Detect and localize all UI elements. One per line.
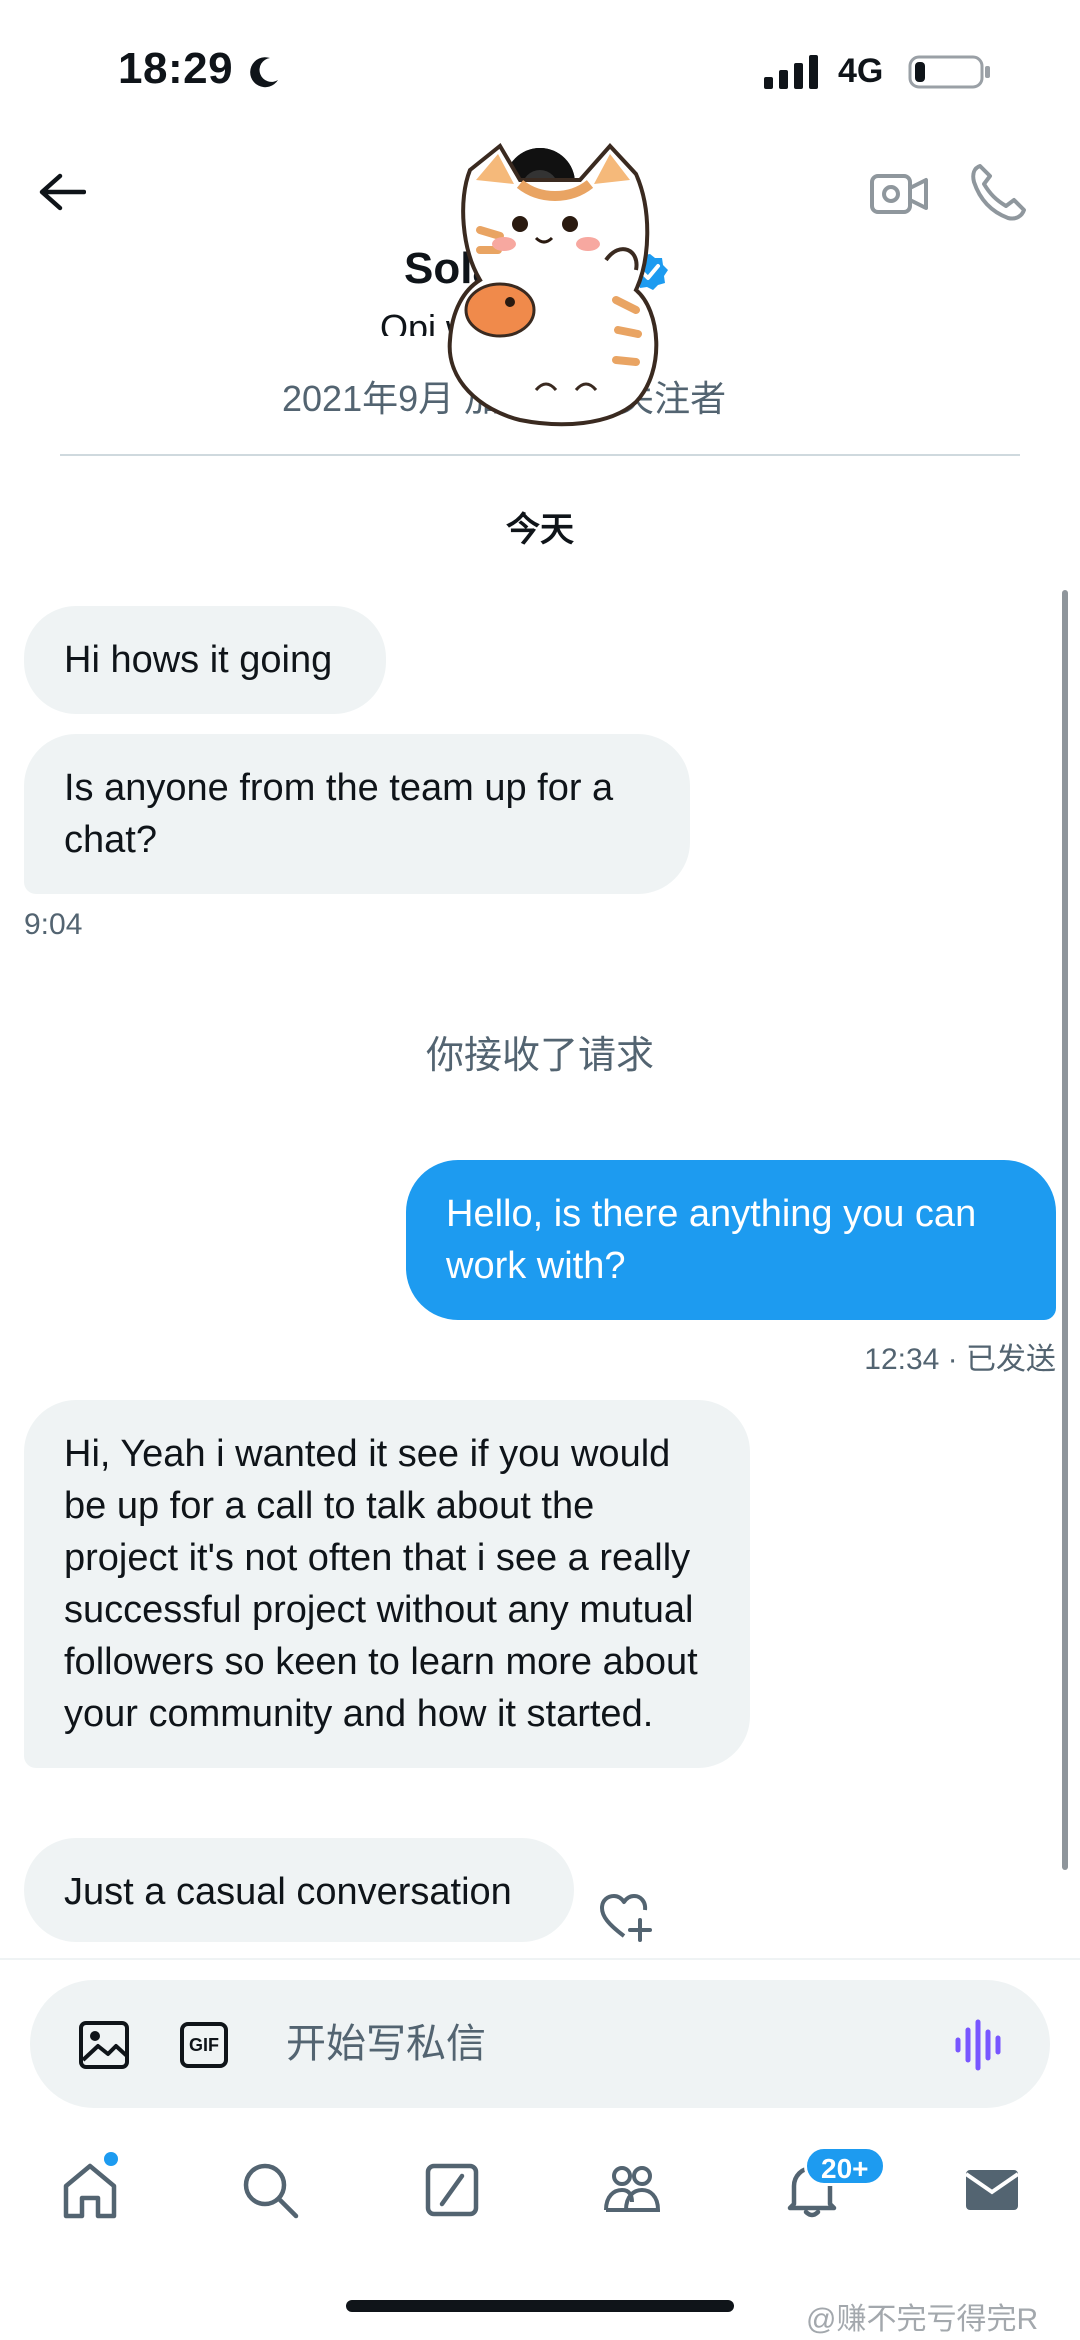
message-timestamp: 9:04 bbox=[24, 908, 83, 941]
message-composer: GIF bbox=[30, 1980, 1050, 2108]
message-timestamp-sent: 12:34 · 已发送 bbox=[864, 1343, 1056, 1376]
header-divider bbox=[60, 454, 1020, 456]
message-bubble-incoming[interactable]: Just a casual conversation bbox=[24, 1838, 574, 1942]
image-button[interactable] bbox=[78, 2020, 130, 2070]
image-icon bbox=[79, 2021, 129, 2069]
nav-home[interactable] bbox=[58, 2158, 122, 2222]
video-call-button[interactable] bbox=[868, 162, 932, 226]
message-input[interactable] bbox=[286, 2008, 906, 2080]
voice-wave-icon bbox=[955, 2019, 1001, 2071]
bottom-navigation: 20+ bbox=[0, 2130, 1080, 2250]
home-unread-dot bbox=[104, 2152, 118, 2166]
signal-icon bbox=[764, 55, 818, 89]
moon-icon bbox=[250, 57, 278, 88]
scrollbar[interactable] bbox=[1062, 590, 1068, 1870]
video-camera-icon bbox=[870, 174, 928, 214]
message-bubble-incoming[interactable]: Hi hows it going bbox=[24, 606, 386, 714]
messages-icon bbox=[964, 2170, 1020, 2210]
heart-plus-icon bbox=[600, 1894, 652, 1942]
voice-message-button[interactable] bbox=[952, 2018, 1008, 2072]
nav-grok[interactable] bbox=[420, 2158, 484, 2222]
gif-button[interactable]: GIF bbox=[180, 2022, 228, 2068]
gif-icon: GIF bbox=[189, 2034, 219, 2055]
network-label: 4G bbox=[838, 52, 884, 90]
grok-icon bbox=[425, 2163, 479, 2217]
battery-icon bbox=[908, 55, 990, 89]
notification-badge: 20+ bbox=[804, 2146, 886, 2186]
composer-divider bbox=[0, 1958, 1080, 1960]
nav-communities[interactable] bbox=[600, 2158, 664, 2222]
system-notice: 你接收了请求 bbox=[425, 1035, 654, 1077]
status-time: 18:29 bbox=[118, 44, 234, 93]
back-button[interactable] bbox=[30, 160, 94, 224]
message-bubble-incoming[interactable]: Is anyone from the team up for a chat? bbox=[24, 734, 690, 894]
phone-icon bbox=[971, 164, 1026, 221]
cat-sticker-image bbox=[447, 142, 659, 427]
add-reaction-button[interactable] bbox=[598, 1892, 654, 1942]
communities-icon bbox=[604, 2166, 661, 2212]
nav-search[interactable] bbox=[238, 2158, 302, 2222]
nav-messages[interactable] bbox=[960, 2158, 1024, 2222]
message-bubble-incoming[interactable]: Hi, Yeah i wanted it see if you would be… bbox=[24, 1400, 750, 1768]
search-icon bbox=[243, 2163, 299, 2219]
watermark: @赚不完亏得完R bbox=[806, 2303, 1039, 2336]
home-indicator bbox=[346, 2300, 734, 2312]
back-arrow-icon bbox=[39, 173, 86, 211]
voice-call-button[interactable] bbox=[966, 160, 1030, 224]
status-bar: 18:29 4G bbox=[0, 0, 1080, 140]
day-separator: 今天 bbox=[506, 511, 574, 549]
message-bubble-outgoing[interactable]: Hello, is there anything you can work wi… bbox=[406, 1160, 1056, 1320]
home-icon bbox=[63, 2163, 117, 2219]
